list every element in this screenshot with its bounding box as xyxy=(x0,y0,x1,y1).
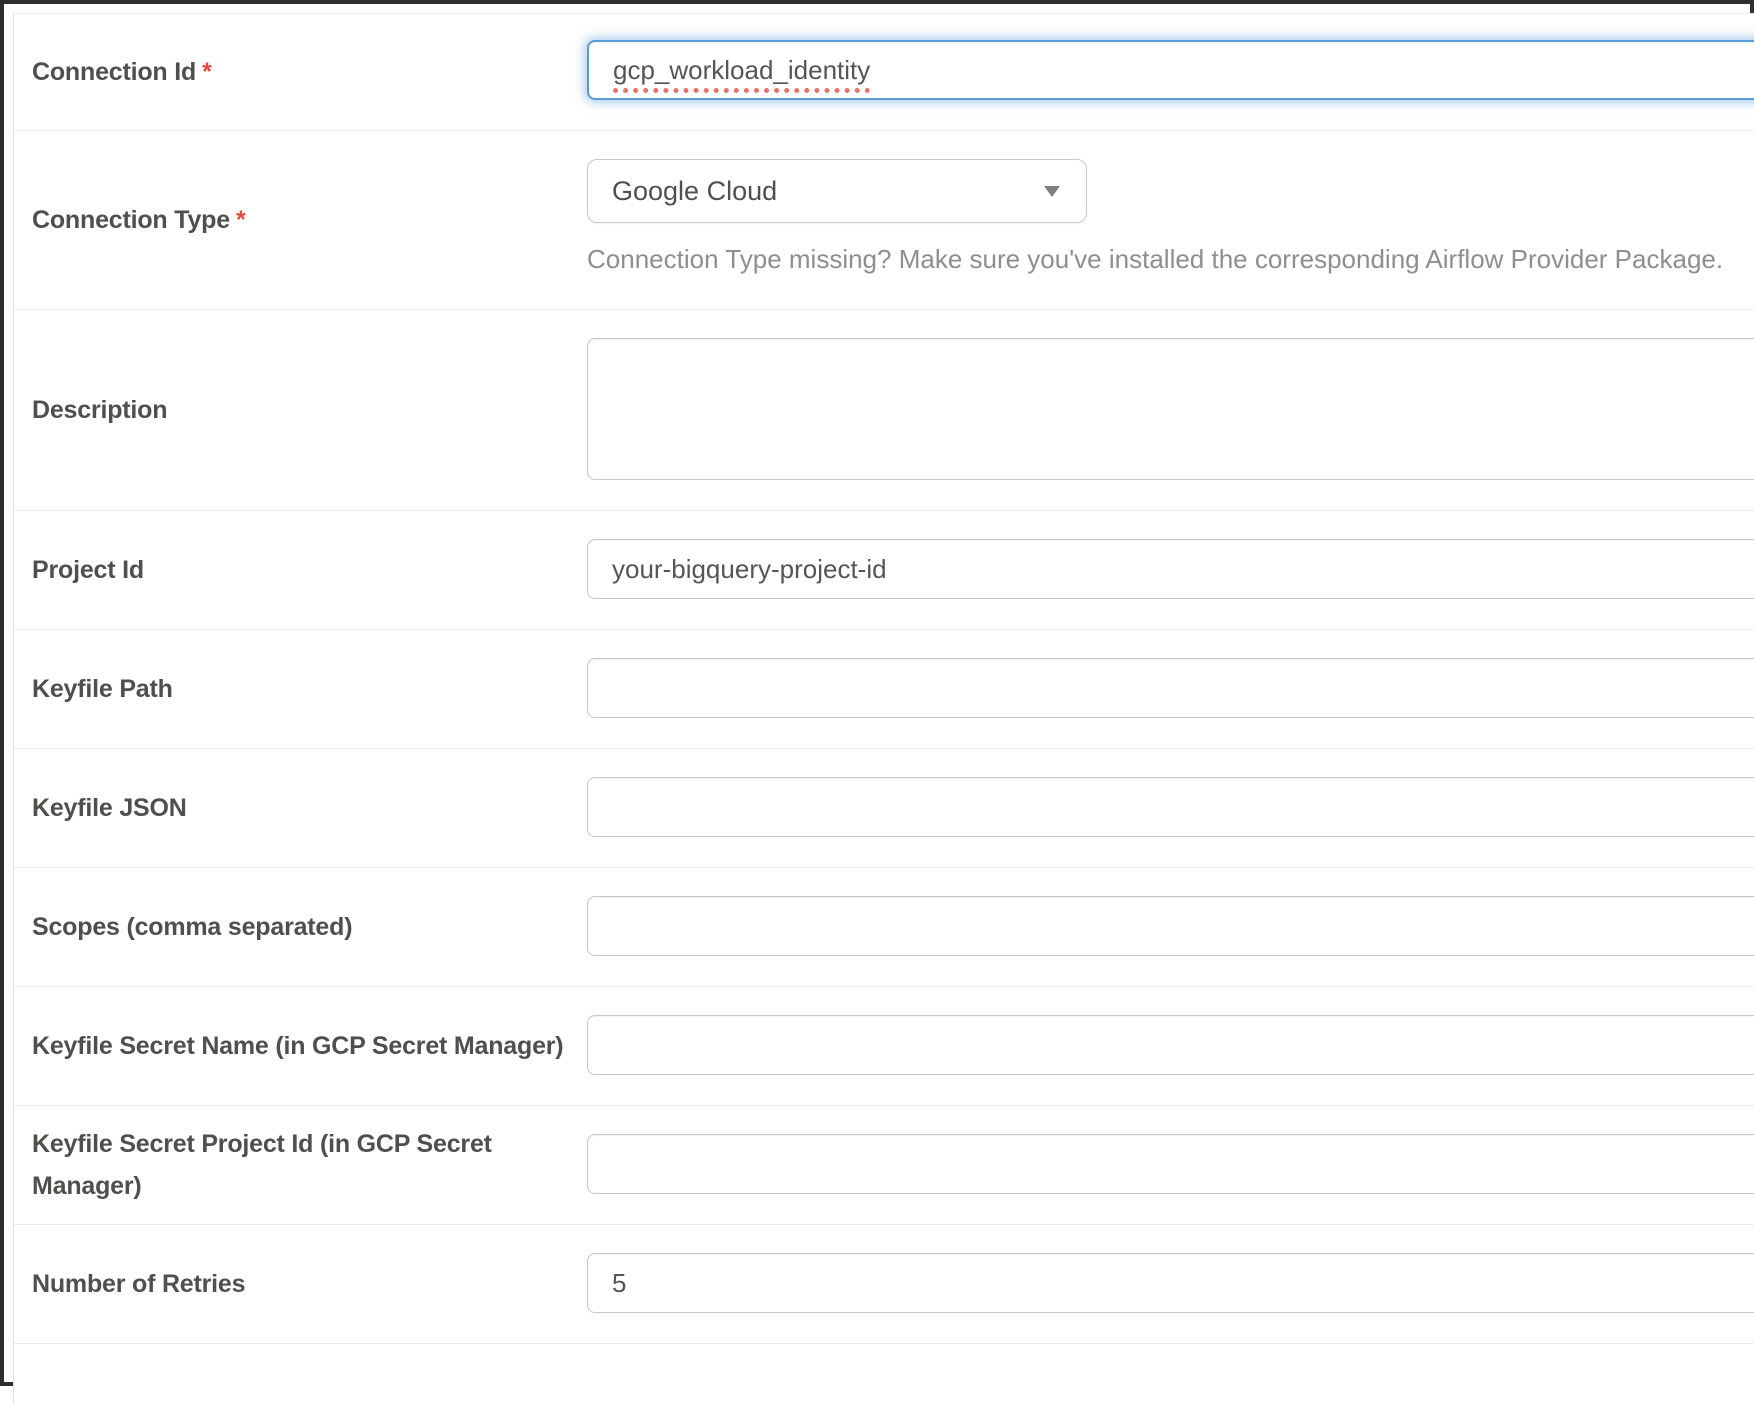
keyfile-secret-name-label: Keyfile Secret Name (in GCP Secret Manag… xyxy=(32,1025,563,1067)
connection-type-field-cell: Google Cloud Connection Type missing? Ma… xyxy=(587,131,1754,309)
form-row-project-id: Project Id xyxy=(14,511,1754,630)
number-of-retries-field-cell xyxy=(587,1225,1754,1343)
form-row-keyfile-json: Keyfile JSON xyxy=(14,749,1754,868)
keyfile-path-input[interactable] xyxy=(587,658,1754,718)
project-id-label-cell: Project Id xyxy=(14,511,587,629)
required-asterisk: * xyxy=(236,206,246,234)
connection-id-input[interactable]: gcp_workload_identity xyxy=(587,40,1754,100)
connection-form: Connection Id* gcp_workload_identity Con… xyxy=(13,13,1754,1404)
connection-id-label-text: Connection Id xyxy=(32,58,196,86)
connection-type-select[interactable]: Google Cloud xyxy=(587,159,1087,223)
keyfile-secret-project-id-field-cell xyxy=(587,1106,1754,1224)
keyfile-json-label-cell: Keyfile JSON xyxy=(14,749,587,867)
connection-type-label: Connection Type* xyxy=(32,199,245,241)
required-asterisk: * xyxy=(202,58,212,86)
form-row-number-of-retries: Number of Retries xyxy=(14,1225,1754,1344)
form-row-connection-id: Connection Id* gcp_workload_identity xyxy=(14,14,1754,131)
description-textarea[interactable] xyxy=(587,338,1754,480)
keyfile-path-field-cell xyxy=(587,630,1754,748)
project-id-field-cell xyxy=(587,511,1754,629)
form-row-keyfile-path: Keyfile Path xyxy=(14,630,1754,749)
keyfile-secret-project-id-label-cell: Keyfile Secret Project Id (in GCP Secret… xyxy=(14,1106,587,1224)
project-id-label: Project Id xyxy=(32,549,144,591)
connection-type-label-cell: Connection Type* xyxy=(14,131,587,309)
scopes-label: Scopes (comma separated) xyxy=(32,906,352,948)
keyfile-secret-project-id-input[interactable] xyxy=(587,1134,1754,1194)
keyfile-secret-project-id-label: Keyfile Secret Project Id (in GCP Secret… xyxy=(32,1123,577,1207)
connection-id-value: gcp_workload_identity xyxy=(613,55,870,85)
description-field-cell xyxy=(587,310,1754,510)
connection-type-label-text: Connection Type xyxy=(32,206,230,234)
keyfile-secret-name-field-cell xyxy=(587,987,1754,1105)
description-label-cell: Description xyxy=(14,310,587,510)
form-row-description: Description xyxy=(14,310,1754,511)
form-row-keyfile-secret-name: Keyfile Secret Name (in GCP Secret Manag… xyxy=(14,987,1754,1106)
number-of-retries-label-cell: Number of Retries xyxy=(14,1225,587,1343)
next-row-partial xyxy=(14,1344,1754,1404)
connection-id-label: Connection Id* xyxy=(32,51,212,93)
keyfile-secret-name-input[interactable] xyxy=(587,1015,1754,1075)
keyfile-json-label: Keyfile JSON xyxy=(32,787,187,829)
keyfile-path-label: Keyfile Path xyxy=(32,668,173,710)
connection-id-field-cell: gcp_workload_identity xyxy=(587,14,1754,130)
form-row-scopes: Scopes (comma separated) xyxy=(14,868,1754,987)
form-row-connection-type: Connection Type* Google Cloud Connection… xyxy=(14,131,1754,310)
form-row-keyfile-secret-project-id: Keyfile Secret Project Id (in GCP Secret… xyxy=(14,1106,1754,1225)
keyfile-json-field-cell xyxy=(587,749,1754,867)
dropdown-arrow-icon xyxy=(1044,186,1060,197)
connection-type-selected-value: Google Cloud xyxy=(612,176,777,207)
project-id-input[interactable] xyxy=(587,539,1754,599)
connection-edit-form-page: { "form": { "required_marker": "*", "row… xyxy=(0,0,1754,1386)
keyfile-json-input[interactable] xyxy=(587,777,1754,837)
scopes-input[interactable] xyxy=(587,896,1754,956)
number-of-retries-label: Number of Retries xyxy=(32,1263,245,1305)
keyfile-secret-name-label-cell: Keyfile Secret Name (in GCP Secret Manag… xyxy=(14,987,587,1105)
keyfile-path-label-cell: Keyfile Path xyxy=(14,630,587,748)
connection-type-help-text: Connection Type missing? Make sure you'v… xyxy=(587,239,1754,279)
scopes-label-cell: Scopes (comma separated) xyxy=(14,868,587,986)
connection-id-label-cell: Connection Id* xyxy=(14,14,587,130)
number-of-retries-input[interactable] xyxy=(587,1253,1754,1313)
description-label: Description xyxy=(32,389,167,431)
scopes-field-cell xyxy=(587,868,1754,986)
